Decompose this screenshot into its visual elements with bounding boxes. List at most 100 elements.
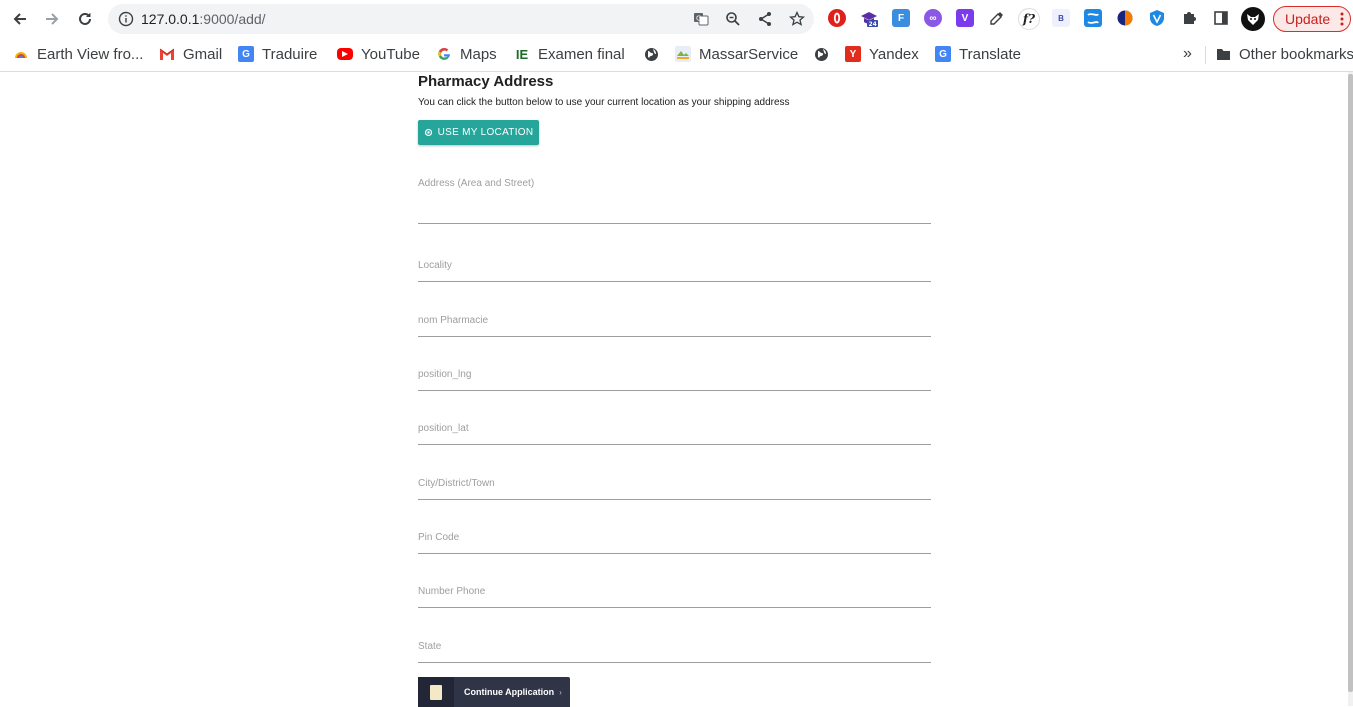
b-extension-icon[interactable]: B xyxy=(1052,9,1070,27)
extension-badge: 24 xyxy=(869,21,877,27)
bookmarks-overflow-button[interactable]: » xyxy=(1183,44,1192,64)
location-target-icon xyxy=(424,128,433,137)
other-bookmarks-label: Other bookmarks xyxy=(1239,45,1353,63)
page-scrollbar[interactable] xyxy=(1348,72,1353,706)
url-path: :9000/add/ xyxy=(199,11,266,27)
update-button[interactable]: Update xyxy=(1273,6,1351,32)
bookmark-label: MassarService xyxy=(699,45,799,63)
bookmark-traduire[interactable]: G Traduire xyxy=(238,44,317,64)
address-bar[interactable]: 127.0.0.1:9000/add/ G xyxy=(108,4,814,34)
forward-icon[interactable] xyxy=(40,7,64,31)
gmail-icon xyxy=(159,46,175,62)
position-lat-label: position_lat xyxy=(418,423,469,434)
share-icon[interactable] xyxy=(756,11,774,27)
position-lng-field[interactable]: position_lng xyxy=(418,369,931,391)
page-title: Pharmacy Address xyxy=(418,73,554,90)
bookmarks-divider xyxy=(1205,46,1206,64)
city-label: City/District/Town xyxy=(418,478,495,489)
eyedropper-icon[interactable] xyxy=(988,9,1006,27)
pharmacy-name-label: nom Pharmacie xyxy=(418,315,489,326)
massar-icon xyxy=(675,46,691,62)
bookmark-translate[interactable]: G Translate xyxy=(935,44,1021,64)
locality-label: Locality xyxy=(418,260,452,271)
extensions-puzzle-icon[interactable] xyxy=(1180,9,1198,27)
bookmark-label: Gmail xyxy=(183,45,223,63)
document-icon xyxy=(418,677,454,707)
profile-avatar-icon[interactable] xyxy=(1241,7,1265,31)
v-extension-icon[interactable]: V xyxy=(956,9,974,27)
bookmark-globe-2[interactable] xyxy=(813,44,837,64)
menu-dots-icon[interactable] xyxy=(1340,11,1344,27)
s-extension-icon[interactable] xyxy=(1084,9,1102,27)
form-subtitle: You can click the button below to use yo… xyxy=(418,97,790,108)
bookmark-label: Earth View fro... xyxy=(37,45,144,63)
back-icon[interactable] xyxy=(8,7,32,31)
bookmarks-bar: Earth View fro... Gmail G Traduire YouTu… xyxy=(0,38,1353,72)
bookmark-label: Yandex xyxy=(869,45,919,63)
ie-icon: IE xyxy=(515,46,529,62)
overflow-chevron-icon: » xyxy=(1183,45,1192,62)
globe-icon xyxy=(813,46,829,62)
translate-icon: G xyxy=(238,46,254,62)
bookmark-examen-final[interactable]: IE Examen final xyxy=(514,44,625,64)
site-info-icon[interactable] xyxy=(118,11,134,32)
orange-circle-icon[interactable] xyxy=(1116,9,1134,27)
pharmacy-name-field[interactable]: nom Pharmacie xyxy=(418,315,931,337)
translate-icon: G xyxy=(935,46,951,62)
yandex-icon: Y xyxy=(845,46,861,62)
continue-application-button[interactable]: Continue Application › xyxy=(418,677,570,707)
locality-field[interactable]: Locality xyxy=(418,260,931,282)
folder-icon xyxy=(1215,46,1231,62)
continue-application-label: Continue Application xyxy=(464,687,555,697)
scrollbar-thumb[interactable] xyxy=(1348,74,1353,692)
pin-code-label: Pin Code xyxy=(418,532,460,543)
shield-v-icon[interactable] xyxy=(1148,9,1166,27)
bookmark-gmail[interactable]: Gmail xyxy=(159,44,222,64)
state-label: State xyxy=(418,641,442,652)
globe-icon xyxy=(643,46,659,62)
update-label: Update xyxy=(1285,11,1331,27)
address-label: Address (Area and Street) xyxy=(418,178,535,189)
bookmark-label: Translate xyxy=(959,45,1021,63)
side-panel-icon[interactable] xyxy=(1212,9,1230,27)
bookmark-globe-1[interactable] xyxy=(643,44,667,64)
bookmark-yandex[interactable]: Y Yandex xyxy=(845,44,919,64)
pin-code-field[interactable]: Pin Code xyxy=(418,532,931,554)
arrow-right-icon: › xyxy=(559,687,562,697)
page-content: Pharmacy Address You can click the butto… xyxy=(0,72,1353,707)
other-bookmarks-button[interactable]: Other bookmarks xyxy=(1215,44,1353,64)
opera-icon[interactable] xyxy=(828,9,846,27)
grad-cap-icon[interactable]: 24 xyxy=(860,9,878,27)
address-field[interactable]: Address (Area and Street) xyxy=(418,178,931,224)
position-lng-label: position_lng xyxy=(418,369,472,380)
browser-toolbar: 127.0.0.1:9000/add/ G 24 F ∞ V f? B Upda… xyxy=(0,0,1353,38)
bookmark-label: YouTube xyxy=(361,45,420,63)
f-extension-icon[interactable]: F xyxy=(892,9,910,27)
bookmark-maps[interactable]: Maps xyxy=(436,44,497,64)
bookmark-label: Maps xyxy=(460,45,497,63)
earth-view-icon xyxy=(13,46,29,62)
youtube-icon xyxy=(337,48,353,60)
translate-page-icon[interactable]: G xyxy=(692,11,710,27)
number-phone-field[interactable]: Number Phone xyxy=(418,586,931,608)
svg-text:G: G xyxy=(696,15,701,23)
number-phone-label: Number Phone xyxy=(418,586,486,597)
infinity-icon[interactable]: ∞ xyxy=(924,9,942,27)
bookmark-youtube[interactable]: YouTube xyxy=(337,44,420,64)
bookmark-star-icon[interactable] xyxy=(788,11,806,27)
zoom-icon[interactable] xyxy=(724,11,742,27)
use-my-location-label: USE MY LOCATION xyxy=(437,127,534,138)
position-lat-field[interactable]: position_lat xyxy=(418,423,931,445)
bookmark-earth-view[interactable]: Earth View fro... xyxy=(13,44,143,64)
google-icon xyxy=(436,46,452,62)
url-host: 127.0.0.1 xyxy=(141,11,200,27)
city-field[interactable]: City/District/Town xyxy=(418,478,931,500)
reload-icon[interactable] xyxy=(73,7,97,31)
state-field[interactable]: State xyxy=(418,641,931,663)
url-text: 127.0.0.1:9000/add/ xyxy=(141,11,266,27)
bookmark-massarservice[interactable]: MassarService xyxy=(675,44,798,64)
use-my-location-button[interactable]: USE MY LOCATION xyxy=(418,120,539,145)
bookmark-label: Traduire xyxy=(262,45,318,63)
bookmark-label: Examen final xyxy=(538,45,625,63)
f-question-icon[interactable]: f? xyxy=(1018,8,1040,30)
